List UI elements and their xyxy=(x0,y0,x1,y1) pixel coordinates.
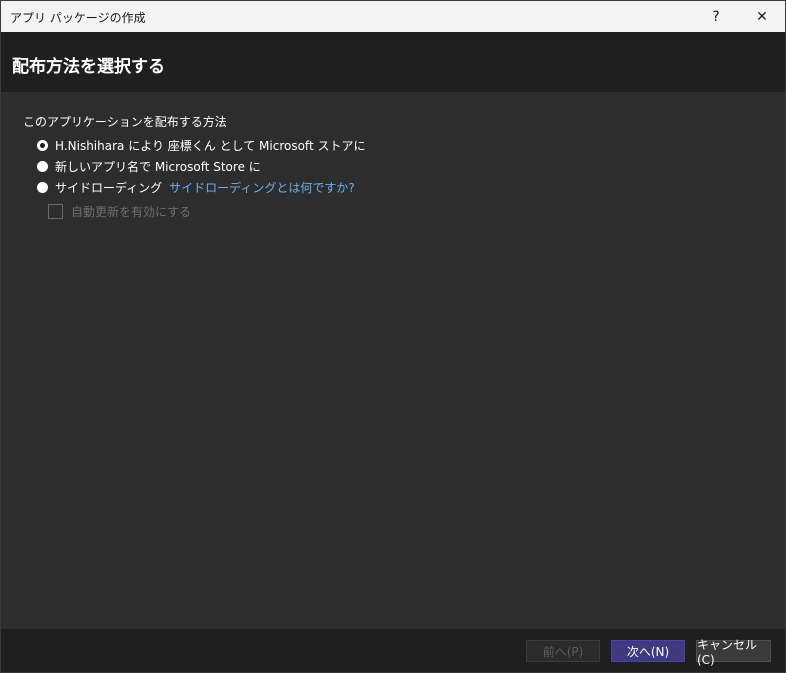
auto-update-label: 自動更新を有効にする xyxy=(71,204,192,219)
title-bar: アプリ パッケージの作成 ? ✕ xyxy=(1,1,785,32)
previous-button: 前へ(P) xyxy=(526,640,600,662)
sideloading-help-link[interactable]: サイドローディングとは何ですか? xyxy=(169,179,355,196)
option-label: 新しいアプリ名で Microsoft Store に xyxy=(55,159,261,174)
option-label: サイドローディング xyxy=(55,180,163,195)
option-microsoft-store-new-name[interactable]: 新しいアプリ名で Microsoft Store に xyxy=(37,157,261,175)
distribution-group-label: このアプリケーションを配布する方法 xyxy=(23,115,227,129)
option-microsoft-store-existing[interactable]: H.Nishihara により 座標くん として Microsoft ストアに xyxy=(37,136,365,154)
radio-button-selected[interactable] xyxy=(37,139,48,151)
page-title: 配布方法を選択する xyxy=(12,57,165,77)
close-button[interactable]: ✕ xyxy=(739,1,785,32)
content-area: このアプリケーションを配布する方法 H.Nishihara により 座標くん と… xyxy=(1,92,785,629)
help-button[interactable]: ? xyxy=(693,1,739,32)
auto-update-option: 自動更新を有効にする xyxy=(48,202,191,220)
window-title: アプリ パッケージの作成 xyxy=(10,11,146,25)
create-app-package-dialog: アプリ パッケージの作成 ? ✕ 配布方法を選択する このアプリケーションを配布… xyxy=(0,0,786,673)
option-label: H.Nishihara により 座標くん として Microsoft ストアに xyxy=(55,138,366,153)
dialog-footer: 前へ(P) 次へ(N) キャンセル(C) xyxy=(1,629,785,672)
radio-button[interactable] xyxy=(37,181,48,193)
close-icon: ✕ xyxy=(756,8,768,25)
page-header: 配布方法を選択する xyxy=(1,32,785,92)
radio-button[interactable] xyxy=(37,160,48,172)
auto-update-checkbox xyxy=(48,203,63,219)
option-sideloading[interactable]: サイドローディング サイドローディングとは何ですか? xyxy=(37,178,355,196)
cancel-button[interactable]: キャンセル(C) xyxy=(696,638,771,667)
next-button[interactable]: 次へ(N) xyxy=(611,640,685,662)
